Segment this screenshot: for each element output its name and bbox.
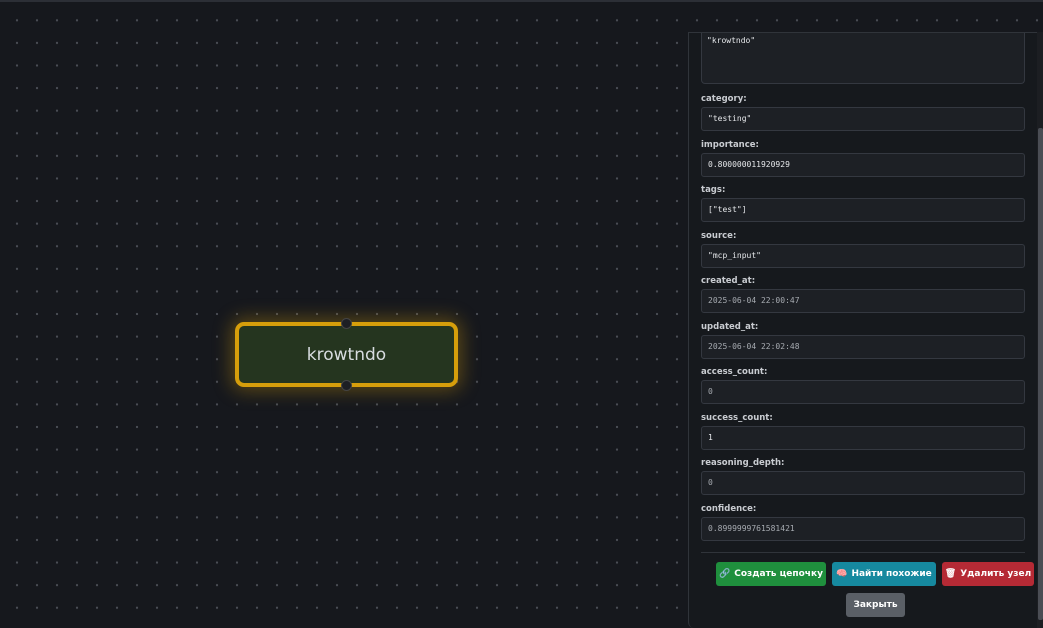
create-chain-button[interactable]: 🔗 Создать цепочку	[716, 562, 826, 586]
node-label: krowtndo	[306, 344, 387, 365]
content-field-value[interactable]: "krowtndo"	[701, 33, 1025, 84]
field-label: source:	[701, 231, 737, 241]
field-label: tags:	[701, 185, 726, 195]
field-value[interactable]: "testing"	[701, 107, 1025, 131]
field-value: 0	[701, 380, 1025, 404]
link-icon: 🔗	[719, 569, 731, 579]
field-access-count: access_count: 0	[701, 367, 1025, 404]
field-value: 0	[701, 471, 1025, 495]
field-value[interactable]: 0.800000011920929	[701, 153, 1025, 177]
delete-node-label: Удалить узел	[960, 569, 1032, 579]
field-label: category:	[701, 94, 747, 104]
field-label: importance:	[701, 140, 759, 150]
field-value[interactable]: ["test"]	[701, 198, 1025, 222]
trash-icon: 🗑	[944, 569, 957, 579]
node-output-handle[interactable]	[341, 380, 352, 391]
find-similar-label: Найти похожие	[851, 569, 932, 579]
field-success-count: success_count: 1	[701, 413, 1025, 450]
node-input-handle[interactable]	[341, 318, 352, 329]
panel-divider	[701, 552, 1025, 553]
field-updated-at: updated_at: 2025-06-04 22:02:48	[701, 322, 1025, 359]
delete-node-button[interactable]: 🗑 Удалить узел	[942, 562, 1034, 586]
graph-node[interactable]: krowtndo	[235, 318, 458, 391]
field-source: source: "mcp_input"	[701, 231, 1025, 268]
field-tags: tags: ["test"]	[701, 185, 1025, 222]
field-value: 2025-06-04 22:02:48	[701, 335, 1025, 359]
find-similar-button[interactable]: 🧠 Найти похожие	[832, 562, 936, 586]
field-confidence: confidence: 0.8999999761581421	[701, 504, 1025, 541]
close-button[interactable]: Закрыть	[846, 593, 905, 617]
field-label: created_at:	[701, 276, 756, 286]
field-label: reasoning_depth:	[701, 458, 785, 468]
brain-icon: 🧠	[836, 569, 848, 579]
field-created-at: created_at: 2025-06-04 22:00:47	[701, 276, 1025, 313]
panel-scrollbar-thumb[interactable]	[1038, 128, 1043, 620]
field-label: access_count:	[701, 367, 768, 377]
field-label: updated_at:	[701, 322, 759, 332]
field-value: 0.8999999761581421	[701, 517, 1025, 541]
field-category: category: "testing"	[701, 94, 1025, 131]
close-label: Закрыть	[853, 600, 898, 610]
field-reasoning-depth: reasoning_depth: 0	[701, 458, 1025, 495]
field-importance: importance: 0.800000011920929	[701, 140, 1025, 177]
create-chain-label: Создать цепочку	[734, 569, 823, 579]
field-label: confidence:	[701, 504, 757, 514]
field-value[interactable]: "mcp_input"	[701, 244, 1025, 268]
field-value: 1	[701, 426, 1025, 450]
field-value: 2025-06-04 22:00:47	[701, 289, 1025, 313]
field-label: success_count:	[701, 413, 773, 423]
node-details-panel: "krowtndo" category: "testing" importanc…	[688, 32, 1037, 628]
